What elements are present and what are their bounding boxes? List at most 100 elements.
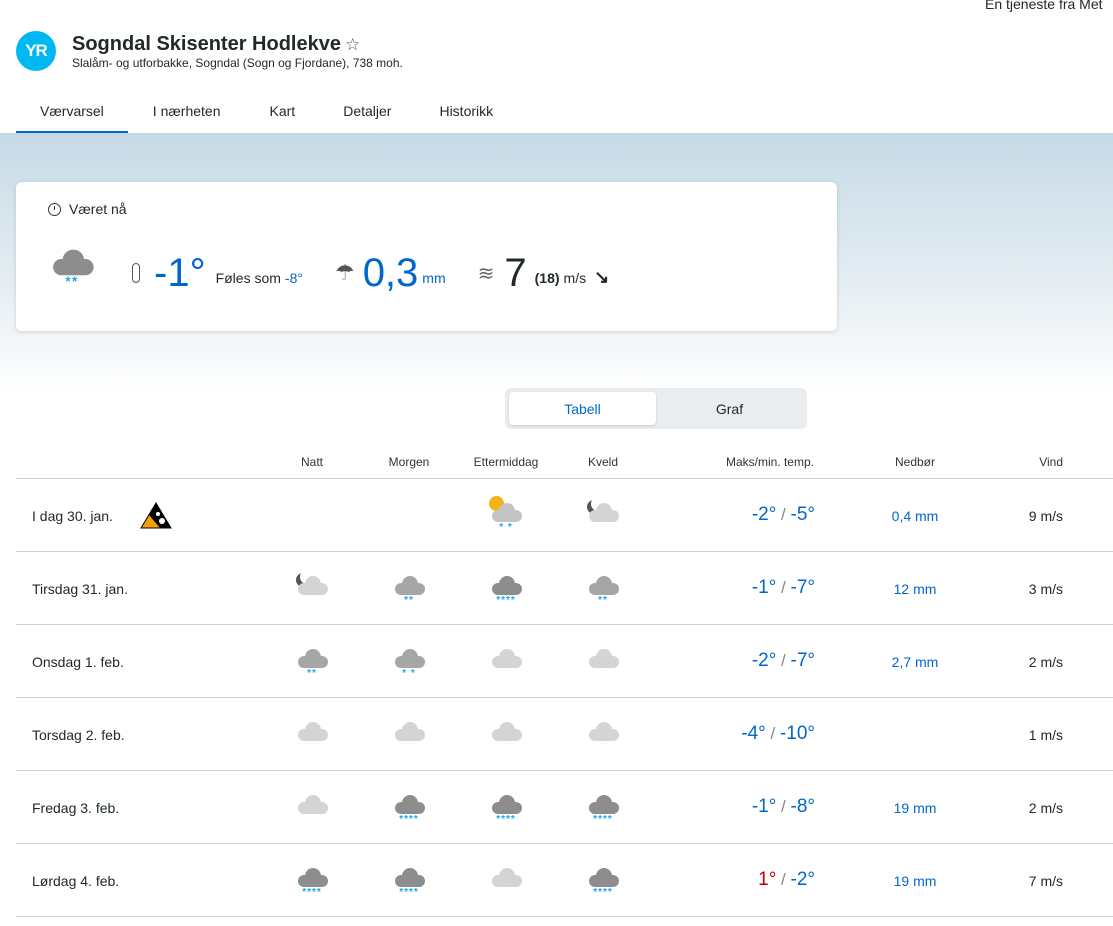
day-label: Fredag 3. feb.: [32, 800, 120, 816]
min-temp: -10°: [779, 723, 815, 744]
night-cloudy-weather-icon: [583, 496, 623, 536]
snow-4-weather-icon: ****: [389, 861, 429, 901]
snow-3-weather-icon: **: [292, 642, 332, 682]
period-cell: [292, 569, 332, 614]
wind-direction-arrow-icon: ↘: [594, 266, 610, 287]
temp-range: -2° / -7°: [751, 650, 816, 671]
min-temp: -7°: [790, 650, 816, 671]
wind-unit: m/s: [563, 270, 587, 286]
period-cell: ****: [292, 861, 332, 906]
col-afternoon: Ettermiddag: [473, 455, 539, 469]
feels-like-value: -8°: [284, 270, 303, 286]
current-temp: -1°: [154, 251, 206, 295]
favorite-star-icon[interactable]: ☆: [345, 35, 360, 54]
period-cell: [486, 642, 526, 687]
tab-details[interactable]: Detaljer: [319, 92, 415, 134]
max-temp: 1°: [758, 869, 777, 890]
cloud-weather-icon: [292, 788, 332, 828]
page-title: Sogndal Skisenter Hodlekve ☆: [72, 33, 360, 56]
period-cell: * *: [486, 496, 526, 541]
wind-gust: (18): [534, 270, 560, 286]
temp-range: -1° / -8°: [751, 796, 816, 817]
wind-speed: 3 m/s: [1028, 581, 1063, 597]
precip-amount: 0,4 mm: [891, 508, 939, 524]
period-cell: [389, 715, 429, 760]
clock-icon: [48, 202, 61, 216]
snow-3-weather-icon: **: [389, 569, 429, 609]
cloud-weather-icon: [486, 861, 526, 901]
snow-4-weather-icon: ****: [292, 861, 332, 901]
snow-4-weather-icon: ****: [486, 569, 526, 609]
snow-2-weather-icon: * *: [389, 642, 429, 682]
period-cell: ****: [486, 569, 526, 614]
cloud-weather-icon: [486, 642, 526, 682]
temp-range: 1° / -2°: [758, 869, 816, 890]
snow-4-weather-icon: ****: [486, 788, 526, 828]
snow-4-weather-icon: ****: [583, 788, 623, 828]
day-label: Tirsdag 31. jan.: [32, 581, 128, 597]
col-evening: Kveld: [587, 455, 619, 469]
wind-icon: ≋: [477, 262, 495, 285]
period-cell: **: [389, 569, 429, 614]
col-precip: Nedbør: [894, 455, 936, 469]
thermometer-icon: [132, 263, 140, 283]
tab-nearby[interactable]: I nærheten: [128, 92, 246, 134]
current-wind: 7: [504, 251, 527, 295]
tab-forecast[interactable]: Værvarsel: [16, 92, 128, 134]
current-weather-card: Været nå ** -1° Føles som -8° ☂ 0,3 mm ≋…: [16, 182, 837, 331]
period-cell: ****: [583, 788, 623, 833]
period-cell: [486, 861, 526, 906]
min-temp: -8°: [790, 796, 816, 817]
col-temp: Maks/min. temp.: [725, 455, 814, 469]
wind-speed: 9 m/s: [1028, 508, 1063, 524]
wind-speed: 2 m/s: [1028, 654, 1063, 670]
period-cell: [292, 715, 332, 760]
max-temp: -1°: [751, 577, 777, 598]
yr-logo[interactable]: YR: [16, 31, 56, 71]
col-wind: Vind: [1039, 455, 1063, 469]
weather-symbol-icon: **: [45, 240, 99, 301]
forecast-row[interactable]: Fredag 3. feb. -1° / -8° 19 mm 2 m/s **** ***…: [16, 771, 1113, 844]
cloud-weather-icon: [389, 715, 429, 755]
period-cell: [583, 715, 623, 760]
cloud-weather-icon: [583, 715, 623, 755]
wind-speed: 1 m/s: [1028, 727, 1063, 743]
forecast-row[interactable]: Torsdag 2. feb. -4° / -10° 1 m/s: [16, 698, 1113, 771]
col-night: Natt: [300, 455, 324, 469]
service-text[interactable]: En tjeneste fra Met: [985, 0, 1103, 12]
partly-sun-snow-weather-icon: * *: [486, 496, 526, 536]
temp-range: -1° / -7°: [751, 577, 816, 598]
view-toggle: Tabell Graf: [505, 388, 807, 429]
main-tabs: Værvarsel I nærheten Kart Detaljer Histo…: [16, 92, 517, 134]
period-cell: ****: [583, 861, 623, 906]
table-view-button[interactable]: Tabell: [509, 392, 656, 425]
forecast-row[interactable]: Lørdag 4. feb. 1° / -2° 19 mm 7 m/s **** ****…: [16, 844, 1113, 917]
graph-view-button[interactable]: Graf: [656, 392, 803, 425]
min-temp: -2°: [790, 869, 816, 890]
max-temp: -2°: [751, 504, 777, 525]
min-temp: -7°: [790, 577, 816, 598]
period-cell: **: [292, 642, 332, 687]
period-cell: **: [583, 569, 623, 614]
precip-amount: 19 mm: [893, 800, 937, 816]
tab-history[interactable]: Historikk: [415, 92, 517, 134]
forecast-row[interactable]: Onsdag 1. feb. -2° / -7° 2,7 mm 2 m/s ** * *: [16, 625, 1113, 698]
snow-4-weather-icon: ****: [583, 861, 623, 901]
cloud-weather-icon: [583, 642, 623, 682]
umbrella-icon: ☂: [334, 260, 355, 285]
location-title: Sogndal Skisenter Hodlekve: [72, 33, 341, 55]
wind-speed: 2 m/s: [1028, 800, 1063, 816]
tab-map[interactable]: Kart: [246, 92, 320, 134]
min-temp: -5°: [790, 504, 816, 525]
precip-amount: 2,7 mm: [891, 654, 939, 670]
day-label: Lørdag 4. feb.: [32, 873, 120, 889]
current-precip: 0,3: [362, 251, 419, 295]
current-weather-heading: Været nå: [69, 201, 127, 217]
forecast-row[interactable]: I dag 30. jan. -2° / -5° 0,4 mm 9 m/s * *: [16, 479, 1113, 552]
max-temp: -4°: [741, 723, 766, 744]
precip-amount: 19 mm: [893, 873, 937, 889]
forecast-row[interactable]: Tirsdag 31. jan. -1° / -7° 12 mm 3 m/s ** ***…: [16, 552, 1113, 625]
period-cell: [583, 642, 623, 687]
col-morning: Morgen: [388, 455, 430, 469]
temp-range: -2° / -5°: [751, 504, 816, 525]
